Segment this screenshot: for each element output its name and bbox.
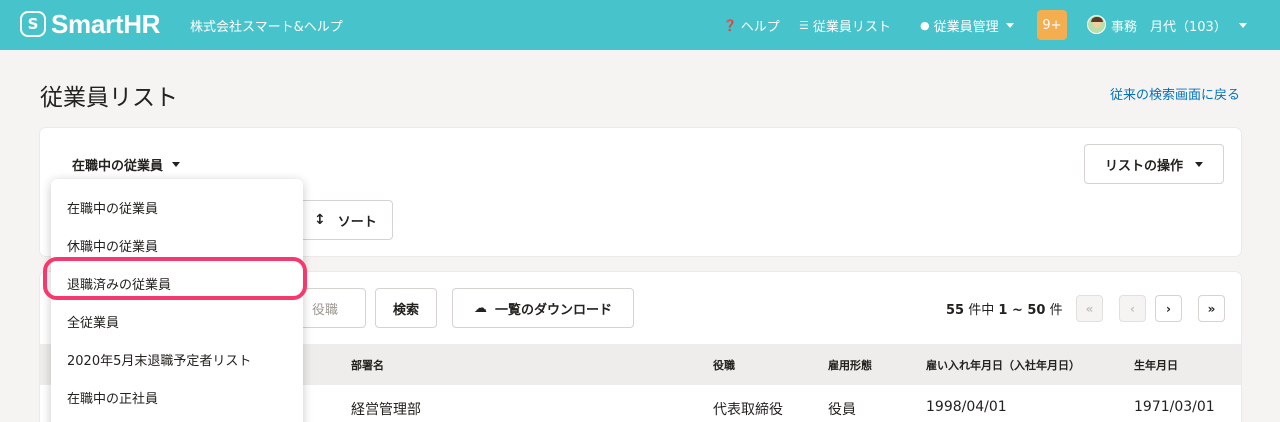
cloud-download-icon: ☁ <box>473 300 487 316</box>
sort-button[interactable]: ↕ ソート <box>298 200 393 240</box>
list-filter-select[interactable]: 在職中の従業員 <box>72 155 181 174</box>
dropdown-option-on-leave[interactable]: 休職中の従業員 <box>67 236 158 255</box>
last-page-button[interactable]: » <box>1198 295 1225 322</box>
dropdown-option-active[interactable]: 在職中の従業員 <box>67 198 158 217</box>
prev-page-button[interactable]: ‹ <box>1119 295 1146 322</box>
chevron-down-icon <box>1238 23 1247 28</box>
page-title: 従業員リスト <box>40 85 178 111</box>
avatar[interactable] <box>1087 15 1106 34</box>
cell-department: 経営管理部 <box>351 402 421 418</box>
download-label: 一覧のダウンロード <box>494 302 612 318</box>
logo-mark-icon: S <box>20 11 46 37</box>
next-page-button[interactable]: › <box>1155 295 1182 322</box>
employee-management-menu[interactable]: ● 従業員管理 <box>920 16 1014 35</box>
cell-employment-type: 役員 <box>828 402 856 418</box>
question-circle-icon: ❓ <box>723 19 737 32</box>
list-filter-selected: 在職中の従業員 <box>72 159 164 174</box>
company-name: 株式会社スマート&ヘルプ <box>190 20 343 35</box>
chevron-down-icon <box>172 162 181 167</box>
search-button[interactable]: 検索 <box>375 288 437 328</box>
cell-birth-date: 1971/03/01 <box>1134 399 1215 415</box>
logo-text: SmartHR <box>51 9 161 39</box>
result-total: 55 <box>946 303 965 318</box>
role-search-input[interactable]: 役職 <box>298 288 366 328</box>
column-header-department[interactable]: 部署名 <box>351 357 384 373</box>
result-unit: 件 <box>1049 303 1063 318</box>
chevron-down-icon <box>1195 161 1203 167</box>
result-of-label: 件中 <box>968 303 995 318</box>
dropdown-option-all[interactable]: 全従業員 <box>67 312 119 331</box>
column-header-role[interactable]: 役職 <box>713 357 735 373</box>
dropdown-option-active-regular[interactable]: 在職中の正社員 <box>67 388 158 407</box>
chevron-down-icon <box>1005 23 1014 28</box>
smarthr-logo[interactable]: S SmartHR <box>20 11 160 37</box>
column-header-employment-type[interactable]: 雇用形態 <box>828 357 872 373</box>
employee-list-label: 従業員リスト <box>812 20 891 35</box>
app-header: S SmartHR 株式会社スマート&ヘルプ ❓ ヘルプ ☰ 従業員リスト ● … <box>0 0 1280 50</box>
notifications-badge[interactable]: 9+ <box>1037 10 1067 40</box>
column-header-hire-date[interactable]: 雇い入れ年月日（入社年月日） <box>926 357 1080 373</box>
list-operations-label: リストの操作 <box>1104 158 1183 174</box>
cell-role: 代表取締役 <box>713 402 783 418</box>
help-link[interactable]: ❓ ヘルプ <box>723 16 780 35</box>
highlight-annotation <box>43 257 307 300</box>
list-icon: ☰ <box>799 19 809 32</box>
sort-label: ソート <box>337 214 377 230</box>
employee-management-label: 従業員管理 <box>933 20 999 35</box>
employee-list-link[interactable]: ☰ 従業員リスト <box>799 16 891 35</box>
list-operations-button[interactable]: リストの操作 <box>1084 144 1224 184</box>
back-to-legacy-search-link[interactable]: 従来の検索画面に戻る <box>1110 84 1240 103</box>
result-range: 1 ~ 50 <box>998 303 1046 318</box>
sort-arrows-icon: ↕ <box>314 212 326 228</box>
user-name: 事務 月代（103） <box>1111 20 1227 35</box>
result-count: 55 件中 1 ~ 50 件 <box>946 299 1063 318</box>
help-label: ヘルプ <box>740 20 780 35</box>
column-header-birth-date[interactable]: 生年月日 <box>1134 357 1178 373</box>
user-icon: ● <box>920 19 930 32</box>
cell-hire-date: 1998/04/01 <box>926 399 1007 415</box>
download-list-button[interactable]: ☁ 一覧のダウンロード <box>452 288 634 328</box>
dropdown-option-scheduled-retirement[interactable]: 2020年5月末退職予定者リスト <box>67 350 251 369</box>
user-menu[interactable]: 事務 月代（103） <box>1111 16 1247 35</box>
first-page-button[interactable]: « <box>1076 295 1103 322</box>
